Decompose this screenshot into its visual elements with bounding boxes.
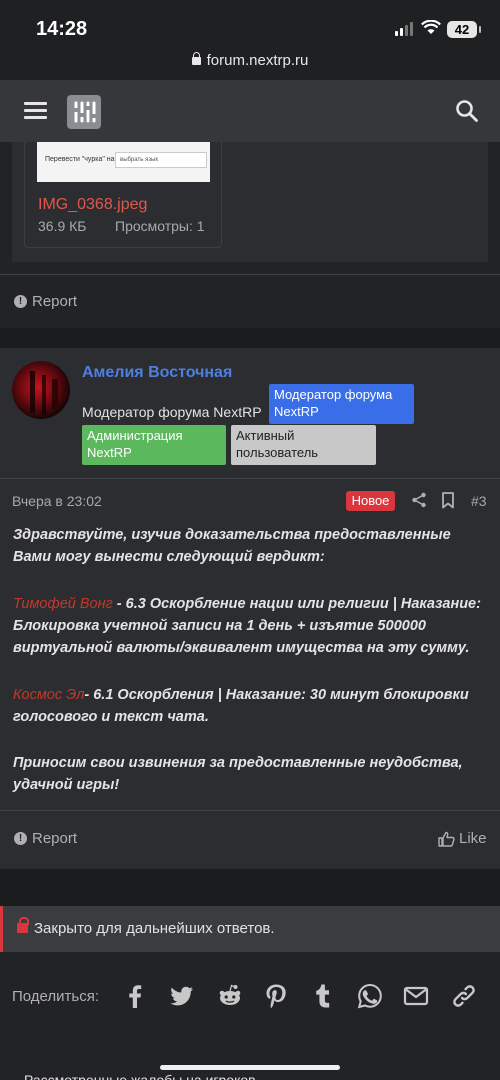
user-badge-active: Активный пользователь <box>231 425 376 465</box>
address-bar[interactable]: forum.nextrp.ru <box>0 52 500 69</box>
attachment-file-size: 36.9 КБ <box>38 218 87 234</box>
report-label: Report <box>32 293 78 310</box>
new-badge: Новое <box>346 491 395 511</box>
thumbs-up-icon <box>438 831 455 847</box>
url-text: forum.nextrp.ru <box>206 52 309 69</box>
report-label: Report <box>32 830 78 847</box>
whatsapp-icon[interactable] <box>357 983 383 1009</box>
facebook-icon[interactable] <box>122 983 148 1009</box>
forum-navbar <box>0 80 500 142</box>
message-paragraph: Тимофей Вонг - 6.3 Оскорбление нации или… <box>13 593 489 659</box>
like-button[interactable]: Like <box>438 830 487 847</box>
search-icon[interactable] <box>455 99 479 123</box>
avatar[interactable] <box>12 361 70 419</box>
divider <box>0 274 500 275</box>
reddit-icon[interactable] <box>217 983 243 1009</box>
like-label: Like <box>459 830 487 847</box>
user-badge-admin: Администрация NextRP <box>82 425 226 465</box>
status-time: 14:28 <box>36 18 88 40</box>
user-title: Модератор форума NextRP <box>82 404 262 420</box>
report-button[interactable]: ! Report <box>14 293 77 310</box>
message-paragraph: Здравствуйте, изучив доказательства пред… <box>13 527 451 565</box>
thumbnail-text: Перевести "чурка" на <box>45 156 115 163</box>
post-separator <box>0 869 500 906</box>
thread-closed-text: Закрыто для дальнейших ответов. <box>34 920 275 937</box>
menu-icon[interactable] <box>24 102 47 120</box>
post-date[interactable]: Вчера в 23:02 <box>12 493 102 509</box>
lock-icon <box>191 52 201 65</box>
attachment-file-name[interactable]: IMG_0368.jpeg <box>38 196 147 214</box>
cellular-signal-icon <box>395 22 413 36</box>
share-bar <box>0 952 500 1080</box>
warning-icon: ! <box>14 832 27 845</box>
thumbnail-select: выбрать язык <box>115 152 207 168</box>
link-icon[interactable] <box>451 983 477 1009</box>
site-logo-icon[interactable] <box>67 95 101 129</box>
user-badge-moderator: Модератор форума NextRP <box>269 384 414 424</box>
divider <box>0 810 500 811</box>
tumblr-icon[interactable] <box>310 983 336 1009</box>
bookmark-icon[interactable] <box>441 492 455 509</box>
lock-icon <box>17 917 29 933</box>
email-icon[interactable] <box>403 983 429 1009</box>
pinterest-icon[interactable] <box>263 983 289 1009</box>
share-label: Поделиться: <box>12 988 99 1005</box>
attachment-views: Просмотры: 1 <box>115 218 205 234</box>
mentioned-user: Космос Эл <box>13 687 85 703</box>
message-paragraph: Приносим свои извинения за предоставленн… <box>13 755 463 793</box>
home-indicator[interactable] <box>160 1065 340 1070</box>
post-number[interactable]: #3 <box>471 493 487 509</box>
breadcrumb-link[interactable]: Рассмотренные жалобы на игроков <box>24 1072 256 1080</box>
post-author-name[interactable]: Амелия Восточная <box>82 364 232 382</box>
post-separator <box>0 328 500 348</box>
report-button[interactable]: ! Report <box>14 830 77 847</box>
status-bar: 14:28 42 forum.nextrp.ru <box>0 0 500 80</box>
wifi-icon <box>421 20 441 34</box>
message-paragraph: Космос Эл- 6.1 Оскорбления | Наказание: … <box>13 684 489 728</box>
warning-icon: ! <box>14 295 27 308</box>
mentioned-user: Тимофей Вонг <box>13 596 113 612</box>
share-icon[interactable] <box>411 492 427 508</box>
battery-icon: 42 <box>447 21 481 38</box>
twitter-icon[interactable] <box>169 983 195 1009</box>
attachment-thumbnail[interactable]: Перевести "чурка" на выбрать язык <box>37 142 210 182</box>
